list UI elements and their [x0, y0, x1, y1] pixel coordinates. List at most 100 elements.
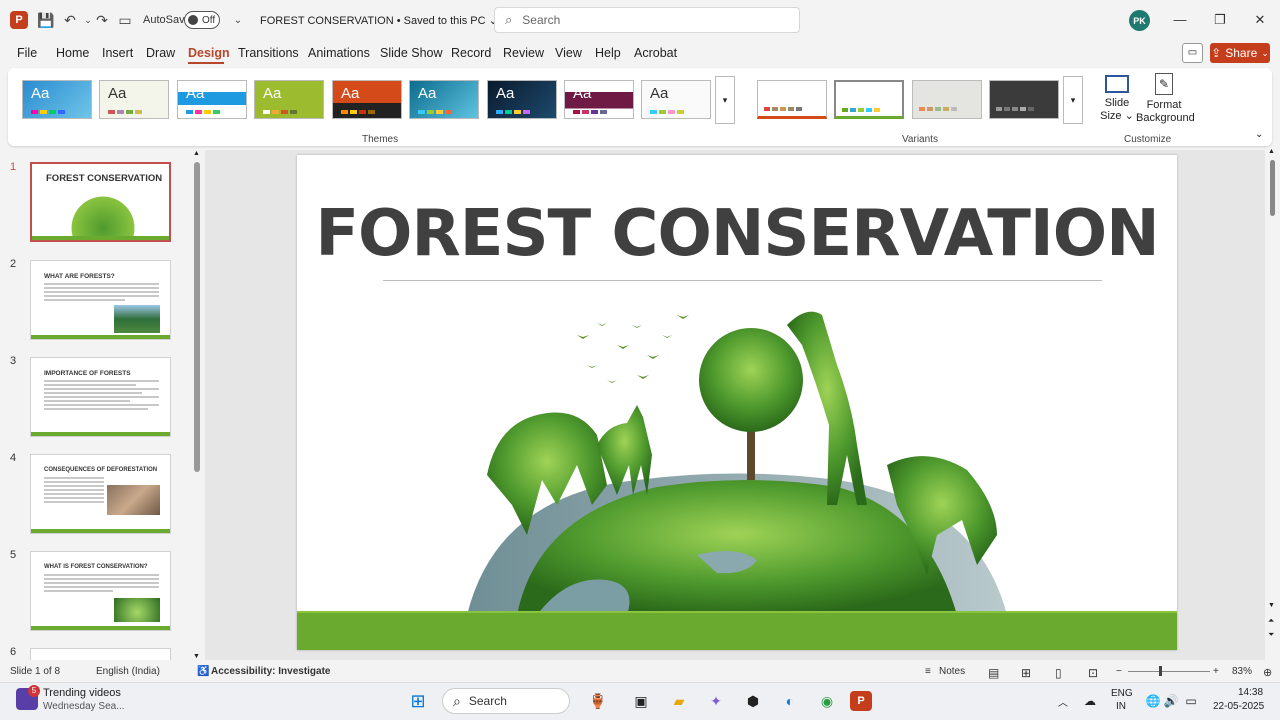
format-background-button[interactable]: ✎ Format Background: [1136, 73, 1195, 129]
scroll-thumb[interactable]: [194, 162, 200, 472]
ribbon-collapse-icon[interactable]: ⌄: [1255, 129, 1263, 140]
theme-swatch: [496, 110, 530, 114]
copilot-icon[interactable]: ✦: [703, 689, 729, 713]
notes-button[interactable]: Notes: [939, 666, 965, 677]
news-widget-title[interactable]: Trending videos: [43, 687, 121, 699]
zoom-level[interactable]: 83%: [1232, 666, 1252, 677]
customize-toolbar-icon[interactable]: ⌄: [228, 10, 248, 30]
tab-acrobat[interactable]: Acrobat: [634, 46, 677, 60]
scroll-up-icon[interactable]: ▲: [1268, 148, 1275, 155]
show-hidden-icons-icon[interactable]: ︿: [1050, 689, 1076, 713]
next-slide-icon[interactable]: ⏷: [1268, 630, 1274, 640]
redo-icon[interactable]: ↷: [92, 10, 112, 30]
scroll-up-icon[interactable]: ▲: [193, 150, 200, 157]
tab-help[interactable]: Help: [595, 46, 621, 60]
onedrive-icon[interactable]: ☁: [1077, 689, 1103, 713]
clock-time[interactable]: 14:38: [1238, 687, 1263, 698]
save-icon[interactable]: 💾: [36, 10, 56, 30]
tab-file[interactable]: File: [17, 46, 37, 60]
input-region[interactable]: IN: [1116, 701, 1126, 712]
search-icon: ⌕: [505, 12, 513, 27]
input-language[interactable]: ENG: [1111, 688, 1133, 699]
zoom-slider[interactable]: [1128, 671, 1210, 672]
clock-date[interactable]: 22-05-2025: [1213, 701, 1264, 712]
normal-view-icon[interactable]: ▤: [988, 666, 999, 680]
share-icon: ⇪: [1211, 46, 1222, 60]
search-highlight-icon[interactable]: 🏺: [577, 689, 619, 713]
earth-wildlife-illustration[interactable]: [457, 305, 1017, 615]
undo-icon[interactable]: ↶: [60, 10, 80, 30]
tab-review[interactable]: Review: [503, 46, 544, 60]
slide-thumbnail-4[interactable]: CONSEQUENCES OF DEFORESTATION: [30, 454, 171, 534]
fit-to-window-icon[interactable]: ⊕: [1263, 666, 1272, 679]
slide-thumbnail-6[interactable]: [30, 648, 171, 660]
slide-thumbnail-5[interactable]: WHAT IS FOREST CONSERVATION?: [30, 551, 171, 631]
slide-sorter-icon[interactable]: ⊞: [1021, 666, 1031, 680]
variants-more-icon[interactable]: ▾: [1063, 76, 1083, 124]
windows-start-icon[interactable]: ⊞: [405, 689, 431, 713]
theme-3[interactable]: Aa: [177, 80, 247, 119]
accessibility-status[interactable]: Accessibility: Investigate: [211, 666, 331, 677]
canvas-scrollbar[interactable]: ▲ ▼ ⏶ ⏷: [1268, 148, 1278, 646]
variant-1[interactable]: [757, 80, 827, 119]
avatar[interactable]: PK: [1129, 10, 1150, 31]
autosave-toggle[interactable]: Off: [184, 11, 220, 29]
maximize-icon[interactable]: ❐: [1210, 10, 1230, 30]
tab-insert[interactable]: Insert: [102, 46, 133, 60]
tab-animations[interactable]: Animations: [308, 46, 370, 60]
thumb-band: [31, 335, 170, 339]
app-icon[interactable]: ⬢: [740, 689, 766, 713]
powerpoint-taskbar-icon[interactable]: P: [850, 691, 872, 711]
document-title[interactable]: FOREST CONSERVATION • Saved to this PC ⌄: [260, 14, 498, 27]
comments-icon[interactable]: ▭: [1182, 43, 1203, 63]
tab-design[interactable]: Design: [188, 46, 230, 60]
slide-title[interactable]: FOREST CONSERVATION: [297, 197, 1177, 271]
theme-1[interactable]: Aa: [22, 80, 92, 119]
language-indicator[interactable]: English (India): [96, 666, 160, 677]
battery-icon[interactable]: ▭: [1178, 689, 1204, 713]
zoom-slider-thumb[interactable]: [1159, 666, 1162, 676]
news-widget-subtitle[interactable]: Wednesday Sea...: [43, 701, 125, 712]
file-explorer-icon[interactable]: ▰: [666, 689, 692, 713]
tab-record[interactable]: Record: [451, 46, 491, 60]
tab-slide-show[interactable]: Slide Show: [380, 46, 443, 60]
panel-scrollbar[interactable]: ▲ ▼: [193, 150, 201, 660]
theme-9[interactable]: Aa: [641, 80, 711, 119]
tab-draw[interactable]: Draw: [146, 46, 175, 60]
reading-view-icon[interactable]: ▯: [1055, 666, 1062, 680]
task-view-icon[interactable]: ▣: [628, 689, 654, 713]
main-slide[interactable]: FOREST CONSERVATION: [297, 155, 1177, 650]
variant-3[interactable]: [912, 80, 982, 119]
scroll-down-icon[interactable]: ▼: [1268, 602, 1275, 609]
present-icon[interactable]: ▭: [115, 10, 135, 30]
minimize-icon[interactable]: —: [1170, 10, 1190, 30]
scroll-thumb[interactable]: [1270, 160, 1275, 216]
taskbar-search[interactable]: ⌕ Search: [442, 688, 570, 714]
tab-transitions[interactable]: Transitions: [238, 46, 299, 60]
slide-thumbnail-2[interactable]: WHAT ARE FORESTS?: [30, 260, 171, 340]
previous-slide-icon[interactable]: ⏶: [1268, 616, 1274, 626]
theme-5[interactable]: Aa: [332, 80, 402, 119]
zoom-out-icon[interactable]: −: [1116, 666, 1122, 677]
slide-thumbnail-1[interactable]: FOREST CONSERVATION: [30, 162, 171, 242]
zoom-in-icon[interactable]: +: [1213, 666, 1219, 677]
themes-more-icon[interactable]: ▾: [715, 76, 735, 124]
share-button[interactable]: ⇪ Share ⌄: [1210, 43, 1270, 63]
variant-4[interactable]: [989, 80, 1059, 119]
tab-home[interactable]: Home: [56, 46, 89, 60]
theme-8[interactable]: Aa: [564, 80, 634, 119]
variant-2[interactable]: [834, 80, 904, 119]
theme-6[interactable]: Aa: [409, 80, 479, 119]
tab-view[interactable]: View: [555, 46, 582, 60]
slideshow-view-icon[interactable]: ⊡: [1088, 666, 1098, 680]
slide-thumbnail-3[interactable]: IMPORTANCE OF FORESTS: [30, 357, 171, 437]
theme-7[interactable]: Aa: [487, 80, 557, 119]
theme-4[interactable]: Aa: [254, 80, 324, 119]
close-icon[interactable]: ✕: [1250, 10, 1270, 30]
scroll-down-icon[interactable]: ▼: [193, 653, 200, 660]
slide-size-button[interactable]: Slide Size ⌄: [1100, 73, 1134, 129]
chrome-icon[interactable]: ◉: [814, 689, 840, 713]
theme-2[interactable]: Aa: [99, 80, 169, 119]
edge-icon[interactable]: ◐: [777, 689, 803, 713]
search-input[interactable]: ⌕ Search: [494, 7, 800, 33]
